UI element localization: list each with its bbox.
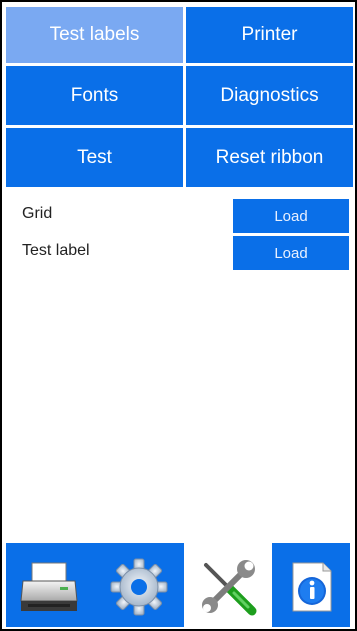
load-test-label-button[interactable]: Load bbox=[233, 236, 349, 270]
app-frame: Test labels Printer Fonts Diagnostics Te… bbox=[0, 0, 357, 631]
tools-icon[interactable] bbox=[196, 557, 260, 621]
printer-icon[interactable] bbox=[20, 561, 78, 617]
gear-icon[interactable] bbox=[109, 557, 169, 617]
tab-fonts[interactable]: Fonts bbox=[6, 66, 183, 125]
tab-printer[interactable]: Printer bbox=[186, 7, 353, 63]
tab-diagnostics[interactable]: Diagnostics bbox=[186, 66, 353, 125]
row-label: Test label bbox=[22, 242, 90, 259]
tab-reset-ribbon[interactable]: Reset ribbon bbox=[186, 128, 353, 187]
tab-test-labels[interactable]: Test labels bbox=[6, 7, 183, 63]
list-item-grid: Grid Load bbox=[22, 199, 349, 236]
bottom-navigation bbox=[6, 543, 350, 627]
list-item-test-label: Test label Load bbox=[22, 236, 349, 273]
tab-test[interactable]: Test bbox=[6, 128, 183, 187]
tab-grid: Test labels Printer Fonts Diagnostics Te… bbox=[6, 7, 353, 187]
info-icon[interactable] bbox=[291, 561, 333, 613]
row-label: Grid bbox=[22, 205, 53, 222]
label-list: Grid Load Test label Load bbox=[22, 199, 349, 273]
load-grid-button[interactable]: Load bbox=[233, 199, 349, 233]
